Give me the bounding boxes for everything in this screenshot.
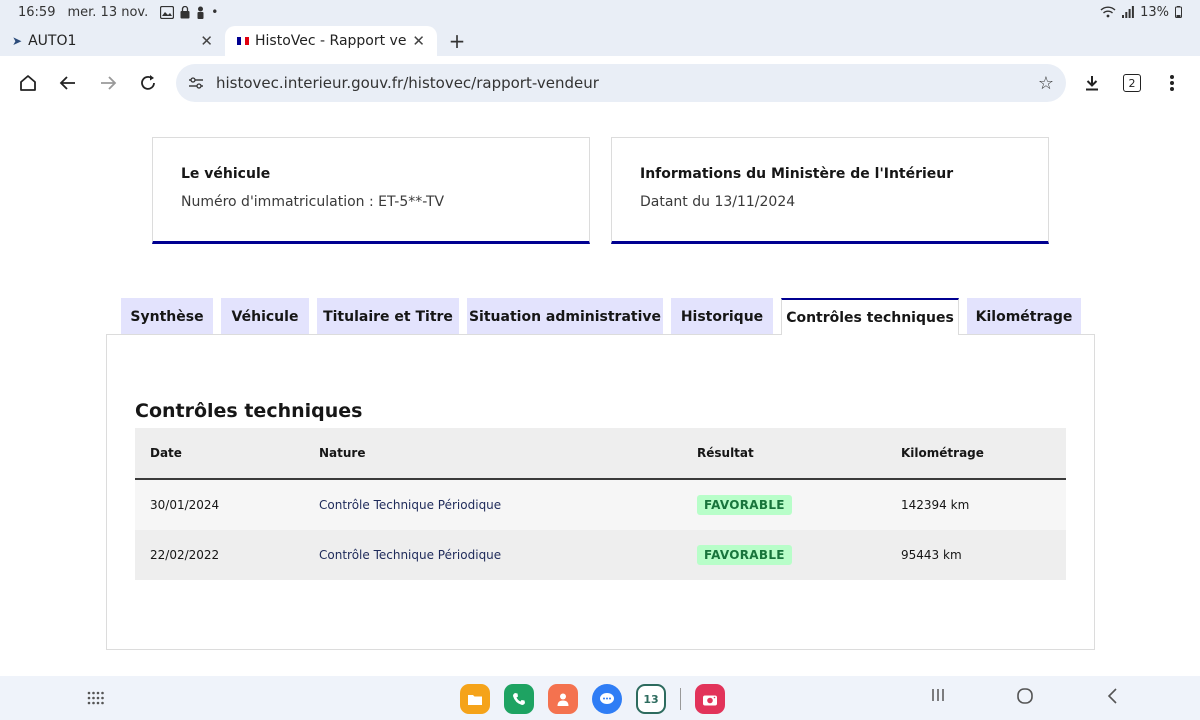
cell-nature: Contrôle Technique Périodique [319,548,502,562]
ministry-card: Informations du Ministère de l'Intérieur… [611,137,1049,244]
report-tabs: Synthèse Véhicule Titulaire et Titre Sit… [121,298,1089,335]
notification-icons: • [160,5,218,19]
home-nav-button[interactable] [1016,687,1034,710]
vehicle-card-title: Le véhicule [181,166,271,182]
wifi-icon [1100,6,1116,18]
calendar-app-icon[interactable]: 13 [636,684,666,714]
status-bar: 16:59 mer. 13 nov. • 13% [0,0,1200,24]
tab-switcher-button[interactable]: 2 [1112,63,1152,103]
bookmark-star-icon[interactable]: ☆ [1038,73,1054,94]
cell-date: 30/01/2024 [150,498,220,512]
chevron-left-icon [1107,688,1117,704]
column-header-nature: Nature [319,446,366,460]
battery-percent: 13% [1140,4,1169,20]
arrow-right-icon [101,76,117,90]
tab-vehicule[interactable]: Véhicule [221,298,309,335]
messages-app-icon[interactable] [592,684,622,714]
tab-title: HistoVec - Rapport vende [255,33,407,49]
browser-tab-strip: ➤ AUTO1 ✕ HistoVec - Rapport vende ✕ + [0,24,1200,56]
column-header-mileage: Kilométrage [901,446,984,460]
cell-result: FAVORABLE [682,495,886,515]
tab-title: AUTO1 [28,33,77,49]
contacts-app-icon[interactable] [548,684,578,714]
report-date: Datant du 13/11/2024 [640,194,796,210]
table-header: Date Nature Résultat Kilométrage [135,428,1066,480]
more-vert-icon [1170,75,1174,91]
reload-button[interactable] [128,63,168,103]
tab-situation-administrative[interactable]: Situation administrative [467,298,663,335]
tab-historique[interactable]: Historique [671,298,773,335]
signal-icon [1122,6,1134,18]
lock-notification-icon [180,5,190,18]
vehicle-card: Le véhicule Numéro d'immatriculation : E… [152,137,590,244]
status-time: 16:59 [18,4,56,20]
tab-controles-techniques[interactable]: Contrôles techniques [781,298,959,335]
registration-number: Numéro d'immatriculation : ET-5**-TV [181,194,445,210]
calendar-day: 13 [643,692,659,706]
recent-apps-button[interactable] [930,687,946,708]
cell-mileage: 142394 km [901,498,970,512]
home-button[interactable] [8,63,48,103]
cell-result: FAVORABLE [682,545,886,565]
tab-synthese[interactable]: Synthèse [121,298,213,335]
inspections-table: Date Nature Résultat Kilométrage 30/01/2… [135,428,1066,580]
status-date: mer. 13 nov. [67,4,149,20]
browser-tab-auto1[interactable]: ➤ AUTO1 ✕ [0,26,225,56]
download-button[interactable] [1072,63,1112,103]
address-bar[interactable]: histovec.interieur.gouv.fr/histovec/rapp… [176,64,1066,102]
cell-mileage: 95443 km [901,548,962,562]
tab-kilometrage[interactable]: Kilométrage [967,298,1081,335]
table-row: 30/01/2024 Contrôle Technique Périodique… [135,480,1066,530]
back-nav-button[interactable] [1106,687,1120,710]
forward-button[interactable] [88,63,128,103]
system-navigation-bar: 13 [0,676,1200,720]
camera-app-icon[interactable] [695,684,725,714]
browser-tab-histovec[interactable]: HistoVec - Rapport vende ✕ [225,26,437,56]
app-dock: 13 [460,684,725,714]
browser-toolbar: histovec.interieur.gouv.fr/histovec/rapp… [0,56,1200,110]
battery-icon [1175,6,1182,18]
french-flag-favicon-icon [237,37,249,45]
arrow-left-icon [59,76,75,90]
new-tab-button[interactable]: + [437,26,477,56]
close-tab-icon[interactable]: ✕ [412,32,425,50]
section-title: Contrôles techniques [135,400,363,422]
person-icon [197,6,204,19]
close-tab-icon[interactable]: ✕ [200,32,213,50]
table-row: 22/02/2022 Contrôle Technique Périodique… [135,530,1066,580]
status-badge: FAVORABLE [697,545,792,565]
home-circle-icon [1017,688,1033,704]
cell-date: 22/02/2022 [150,548,220,562]
download-icon [1086,76,1098,91]
back-button[interactable] [48,63,88,103]
url-text[interactable]: histovec.interieur.gouv.fr/histovec/rapp… [216,74,599,92]
dock-separator [680,688,681,710]
home-icon [20,75,36,91]
menu-button[interactable] [1152,63,1192,103]
app-drawer-icon[interactable] [86,690,104,708]
reload-icon [141,75,155,90]
tab-titulaire-titre[interactable]: Titulaire et Titre [317,298,459,335]
phone-app-icon[interactable] [504,684,534,714]
auto1-favicon-icon: ➤ [12,34,23,48]
more-notifications-dot-icon: • [211,5,219,19]
gallery-icon [160,5,175,19]
recents-icon [932,689,944,701]
site-settings-icon[interactable] [188,76,204,90]
cell-nature: Contrôle Technique Périodique [319,498,502,512]
column-header-date: Date [150,446,182,460]
status-right: 13% [1100,5,1182,20]
tab-count: 2 [1123,74,1141,92]
column-header-result: Résultat [697,446,754,460]
status-badge: FAVORABLE [697,495,792,515]
files-app-icon[interactable] [460,684,490,714]
ministry-card-title: Informations du Ministère de l'Intérieur [640,166,954,182]
